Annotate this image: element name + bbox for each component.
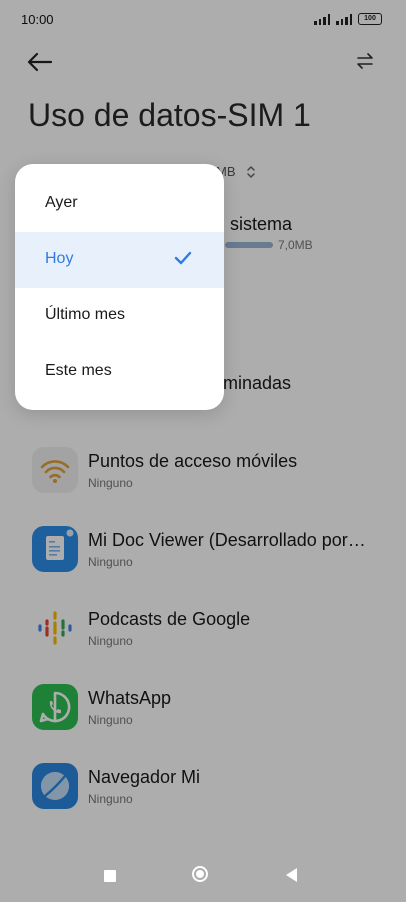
dropdown-item-ayer[interactable]: Ayer bbox=[15, 176, 224, 232]
nav-back-button[interactable] bbox=[286, 868, 297, 882]
nav-bar bbox=[0, 850, 406, 902]
dropdown-item-label: Último mes bbox=[45, 306, 126, 323]
period-dropdown: Ayer Hoy Último mes Este mes bbox=[15, 164, 224, 410]
recents-button[interactable] bbox=[104, 870, 116, 882]
dropdown-item-ultimo-mes[interactable]: Último mes bbox=[15, 288, 224, 344]
check-icon bbox=[174, 251, 192, 265]
screen: 10:00 100 Uso de datos-SIM 1 MB sistema bbox=[0, 0, 406, 902]
dropdown-item-este-mes[interactable]: Este mes bbox=[15, 344, 224, 400]
dropdown-item-label: Ayer bbox=[45, 194, 78, 211]
home-button[interactable] bbox=[192, 866, 208, 882]
dim-overlay[interactable] bbox=[0, 0, 406, 902]
dropdown-item-label: Hoy bbox=[45, 250, 74, 267]
dropdown-item-label: Este mes bbox=[45, 362, 112, 379]
dropdown-item-hoy[interactable]: Hoy bbox=[15, 232, 224, 288]
